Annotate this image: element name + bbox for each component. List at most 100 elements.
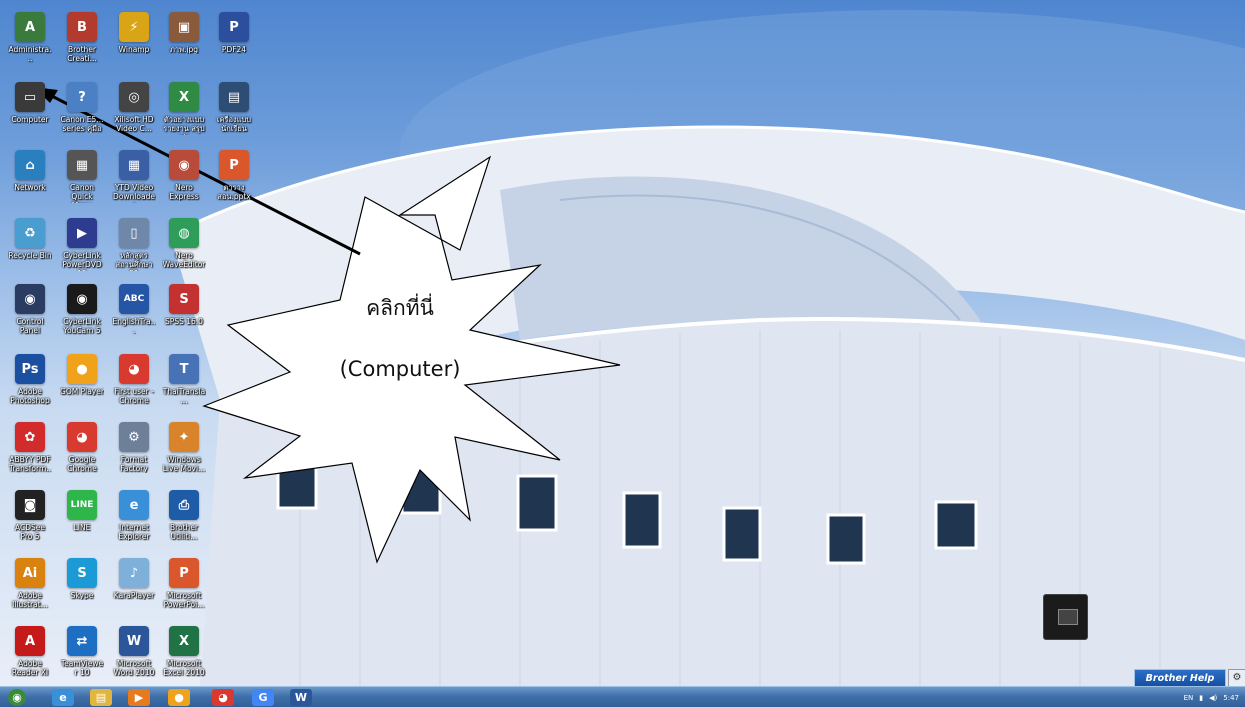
desktop-icon[interactable]: P ตารางสอน.pptx <box>212 148 256 214</box>
desktop-icon[interactable]: ▦ Canon Quick Menu <box>60 148 104 214</box>
desktop-icon-label: Computer <box>11 115 49 124</box>
desktop-icon-label: Skype <box>70 591 94 600</box>
desktop-icon[interactable]: S SPSS 16.0 <box>162 282 206 348</box>
desktop-icon-label: Network <box>14 183 46 192</box>
canon-quick-menu-icon: ▦ <box>67 150 97 180</box>
desktop-icon-label: KaraPlayer <box>113 591 155 600</box>
desktop-icon-label: First user - Chrome <box>114 387 154 405</box>
desktop-icon[interactable]: X ตัวอย่างแบบ รายงาน สรุป xls <box>162 80 206 146</box>
gear-icon[interactable]: ⚙ <box>1228 669 1245 686</box>
google-chrome-icon: ◕ <box>67 422 97 452</box>
desktop-icon[interactable]: ✿ ABBYY PDF Transform... <box>8 420 52 486</box>
desktop-icon[interactable]: A Administra... <box>8 10 52 76</box>
desktop-icon[interactable]: ◉ CyberLink YouCam 5 <box>60 282 104 348</box>
desktop-icon[interactable]: ◉ Control Panel <box>8 282 52 348</box>
canon-manual-icon: ? <box>67 82 97 112</box>
desktop-icon[interactable]: ◙ ACDSee Pro 5 <box>8 488 52 554</box>
desktop-icon[interactable]: A Adobe Reader XI <box>8 624 52 686</box>
pdf24-icon: P <box>219 12 249 42</box>
desktop-icon[interactable]: e Internet Explorer <box>112 488 156 554</box>
desktop-icon-label: Microsoft Word 2010 <box>113 659 155 677</box>
desktop-icon-label: ภาพ.jpg <box>169 45 199 54</box>
desktop-icon-label: Xilisoft HD Video C... <box>114 115 154 133</box>
taskbar: ◉ e ▤ ▶ ● ◕ G W EN ▮ ◀) 5:47 <box>0 686 1245 707</box>
illustrator-icon: Ai <box>15 558 45 588</box>
winamp-icon: ⚡ <box>119 12 149 42</box>
movie-maker-icon: ✦ <box>169 422 199 452</box>
desktop-icon[interactable]: ▭ Computer <box>8 80 52 146</box>
media-player-icon[interactable]: ▶ <box>128 689 150 706</box>
desktop-icon[interactable]: ◕ First user - Chrome <box>112 352 156 418</box>
desktop-icon[interactable]: ◉ Nero Express <box>162 148 206 214</box>
desktop-icon[interactable]: ▶ CyberLink PowerDVD 12 <box>60 216 104 282</box>
desktop-icon[interactable]: ABC EnglishTra... <box>112 282 156 348</box>
desktop-icon-label: Adobe Photoshop <box>10 387 50 405</box>
desktop-icon[interactable]: ◕ Google Chrome <box>60 420 104 486</box>
desktop-icon[interactable]: ⚙ Format Factory <box>112 420 156 486</box>
desktop-icon-label: Google Chrome <box>67 455 97 473</box>
explorer-folder-icon[interactable]: ▤ <box>90 689 112 706</box>
film-reel-icon: ◎ <box>119 82 149 112</box>
clock[interactable]: 5:47 <box>1223 694 1239 702</box>
network-tray-icon[interactable]: ▮ <box>1199 694 1203 702</box>
word-icon[interactable]: W <box>290 689 312 706</box>
desktop-icon[interactable]: X Microsoft Excel 2010 <box>162 624 206 686</box>
brother-help-button[interactable]: Brother Help <box>1134 669 1226 686</box>
desktop-icon[interactable]: LINE LINE <box>60 488 104 554</box>
desktop-icon[interactable]: P PDF24 <box>212 10 256 76</box>
desktop-icon-label: LINE <box>73 523 91 532</box>
desktop-icon[interactable]: S Skype <box>60 556 104 622</box>
desktop-icon[interactable]: ? Canon E5... series คู่มือ <box>60 80 104 146</box>
recycle-bin-icon: ♻ <box>15 218 45 248</box>
chrome-icon[interactable]: ◕ <box>212 689 234 706</box>
line-app-icon: LINE <box>67 490 97 520</box>
desktop-icon[interactable]: ⌂ Network <box>8 148 52 214</box>
desktop-icon[interactable]: ▣ ภาพ.jpg <box>162 10 206 76</box>
desktop-icon-label: ตัวอย่างแบบ รายงาน สรุป xls <box>163 115 205 135</box>
teamviewer-icon: ⇄ <box>67 626 97 656</box>
desktop-icon[interactable]: ▯ หลักสูตร สถานศึกษา 51 <box>112 216 156 282</box>
format-factory-icon: ⚙ <box>119 422 149 452</box>
desktop-icon[interactable]: Ps Adobe Photoshop <box>8 352 52 418</box>
desktop-icon-label: Nero WaveEditor <box>162 251 206 269</box>
computer-icon: ▭ <box>15 82 45 112</box>
language-indicator[interactable]: EN <box>1184 694 1194 702</box>
desktop-icon-label: Microsoft PowerPoi... <box>163 591 205 609</box>
desktop-icon[interactable]: Ai Adobe Illustrat... <box>8 556 52 622</box>
desktop-icon[interactable]: B Brother Creati... <box>60 10 104 76</box>
desktop-icon-label: Canon Quick Menu <box>70 183 94 203</box>
desktop-icon-label: EnglishTra... <box>112 317 156 335</box>
desktop-icon[interactable]: ✦ Windows Live Movi... <box>162 420 206 486</box>
volume-tray-icon[interactable]: ◀) <box>1209 694 1217 702</box>
desktop-icon[interactable]: W Microsoft Word 2010 <box>112 624 156 686</box>
gom-player-icon[interactable]: ● <box>168 689 190 706</box>
abbyy-icon: ✿ <box>15 422 45 452</box>
google-icon[interactable]: G <box>252 689 274 706</box>
nero-express-icon: ◉ <box>169 150 199 180</box>
internet-explorer-icon[interactable]: e <box>52 689 74 706</box>
desktop-icon[interactable]: ● GOM Player <box>60 352 104 418</box>
desktop-icon-label: ThaiTransla... <box>162 387 206 405</box>
desktop-icon[interactable]: ◍ Nero WaveEditor <box>162 216 206 282</box>
brother-utilities-icon: ⎙ <box>169 490 199 520</box>
system-tray: EN ▮ ◀) 5:47 <box>1184 689 1239 706</box>
desktop-icon-label: Internet Explorer <box>118 523 150 541</box>
desktop-icon-label: Control Panel <box>16 317 44 335</box>
desktop-icon-label: Adobe Reader XI <box>11 659 49 677</box>
desktop-gadget[interactable] <box>1043 594 1088 640</box>
start-orb-icon[interactable]: ◉ <box>8 689 26 706</box>
desktop-icon[interactable]: ⎙ Brother Utiliti... <box>162 488 206 554</box>
desktop-icon[interactable]: ◎ Xilisoft HD Video C... <box>112 80 156 146</box>
desktop-icon-label: Brother Creati... <box>67 45 97 63</box>
desktop-icon[interactable]: ♪ KaraPlayer <box>112 556 156 622</box>
desktop-icon[interactable]: ⇄ TeamViewer 10 <box>60 624 104 686</box>
desktop-icon[interactable]: ⚡ Winamp <box>112 10 156 76</box>
desktop[interactable]: A Administra... B Brother Creati... ⚡ Winamp ▣… <box>0 0 1245 686</box>
desktop-icon[interactable]: P Microsoft PowerPoi... <box>162 556 206 622</box>
desktop-icon[interactable]: ▦ YTD Video Downloader <box>112 148 156 214</box>
desktop-icon-label: Format Factory <box>120 455 148 473</box>
desktop-icon[interactable]: ♻ Recycle Bin <box>8 216 52 282</box>
desktop-icon[interactable]: ▤ เครื่องแบบนักเรียน <box>212 80 256 146</box>
spss-icon: S <box>169 284 199 314</box>
desktop-icon[interactable]: T ThaiTransla... <box>162 352 206 418</box>
